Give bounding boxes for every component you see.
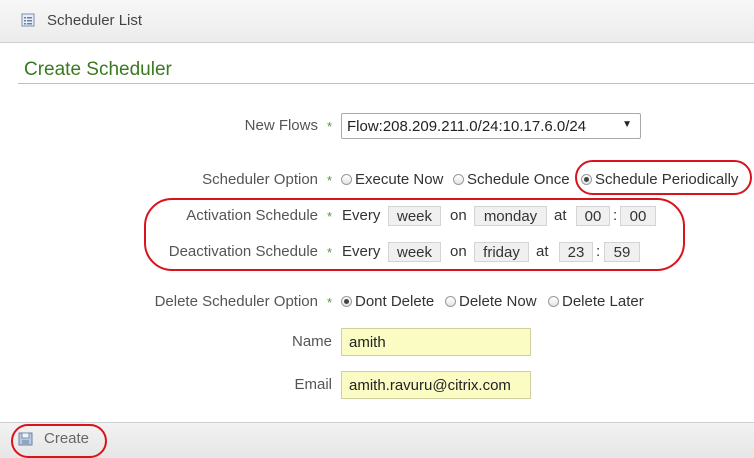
name-input[interactable] (342, 329, 530, 355)
activation-every-text: Every (342, 207, 381, 224)
email-label: Email (294, 376, 332, 393)
save-icon (18, 432, 33, 446)
required-mark: * (327, 119, 333, 134)
email-input[interactable] (342, 372, 530, 398)
activation-schedule-label: Activation Schedule (186, 207, 318, 224)
create-button-label: Create (44, 430, 90, 447)
list-icon[interactable] (21, 13, 35, 27)
deactivation-minute-select[interactable]: 59 (604, 242, 640, 262)
required-mark: * (327, 209, 333, 224)
new-flows-selected-value: Flow:208.209.211.0/24:10.17.6.0/24 (347, 118, 587, 135)
deactivation-every-text: Every (342, 243, 381, 260)
schedule-periodically-label[interactable]: Schedule Periodically (595, 171, 738, 188)
deactivation-hour-select[interactable]: 23 (559, 242, 593, 262)
activation-period-select[interactable]: week (388, 206, 441, 226)
schedule-once-label[interactable]: Schedule Once (467, 171, 570, 188)
activation-hour-select[interactable]: 00 (576, 206, 610, 226)
page-title: Create Scheduler (24, 59, 172, 80)
time-separator: : (613, 207, 618, 224)
radio-delete-later[interactable] (548, 296, 559, 307)
activation-at-text: at (554, 207, 567, 224)
activation-day-select[interactable]: monday (474, 206, 547, 226)
email-field[interactable] (341, 371, 531, 399)
delete-later-label[interactable]: Delete Later (562, 293, 644, 310)
deactivation-schedule-label: Deactivation Schedule (168, 243, 318, 260)
deactivation-on-text: on (450, 243, 467, 260)
radio-delete-now[interactable] (445, 296, 456, 307)
delete-now-label[interactable]: Delete Now (459, 293, 537, 310)
dropdown-arrow-icon: ▼ (622, 119, 632, 130)
required-mark: * (327, 173, 333, 188)
time-separator: : (596, 243, 601, 260)
new-flows-select[interactable]: Flow:208.209.211.0/24:10.17.6.0/24 ▼ (341, 113, 641, 139)
heading-divider (18, 83, 754, 84)
top-bar: Scheduler List (0, 0, 754, 43)
new-flows-label: New Flows (244, 117, 318, 134)
required-mark: * (327, 245, 333, 260)
execute-now-label[interactable]: Execute Now (355, 171, 443, 188)
delete-option-label: Delete Scheduler Option (154, 293, 318, 310)
deactivation-at-text: at (536, 243, 549, 260)
scheduler-list-link[interactable]: Scheduler List (47, 12, 142, 29)
activation-minute-select[interactable]: 00 (620, 206, 656, 226)
name-field[interactable] (341, 328, 531, 356)
required-mark: * (327, 295, 333, 310)
activation-on-text: on (450, 207, 467, 224)
name-label: Name (291, 333, 332, 350)
deactivation-day-select[interactable]: friday (474, 242, 529, 262)
radio-schedule-once[interactable] (453, 174, 464, 185)
dont-delete-label[interactable]: Dont Delete (355, 293, 434, 310)
radio-dont-delete[interactable] (341, 296, 352, 307)
bottom-toolbar (0, 422, 754, 458)
radio-schedule-periodically[interactable] (581, 174, 592, 185)
deactivation-period-select[interactable]: week (388, 242, 441, 262)
radio-execute-now[interactable] (341, 174, 352, 185)
scheduler-option-label: Scheduler Option (202, 171, 318, 188)
